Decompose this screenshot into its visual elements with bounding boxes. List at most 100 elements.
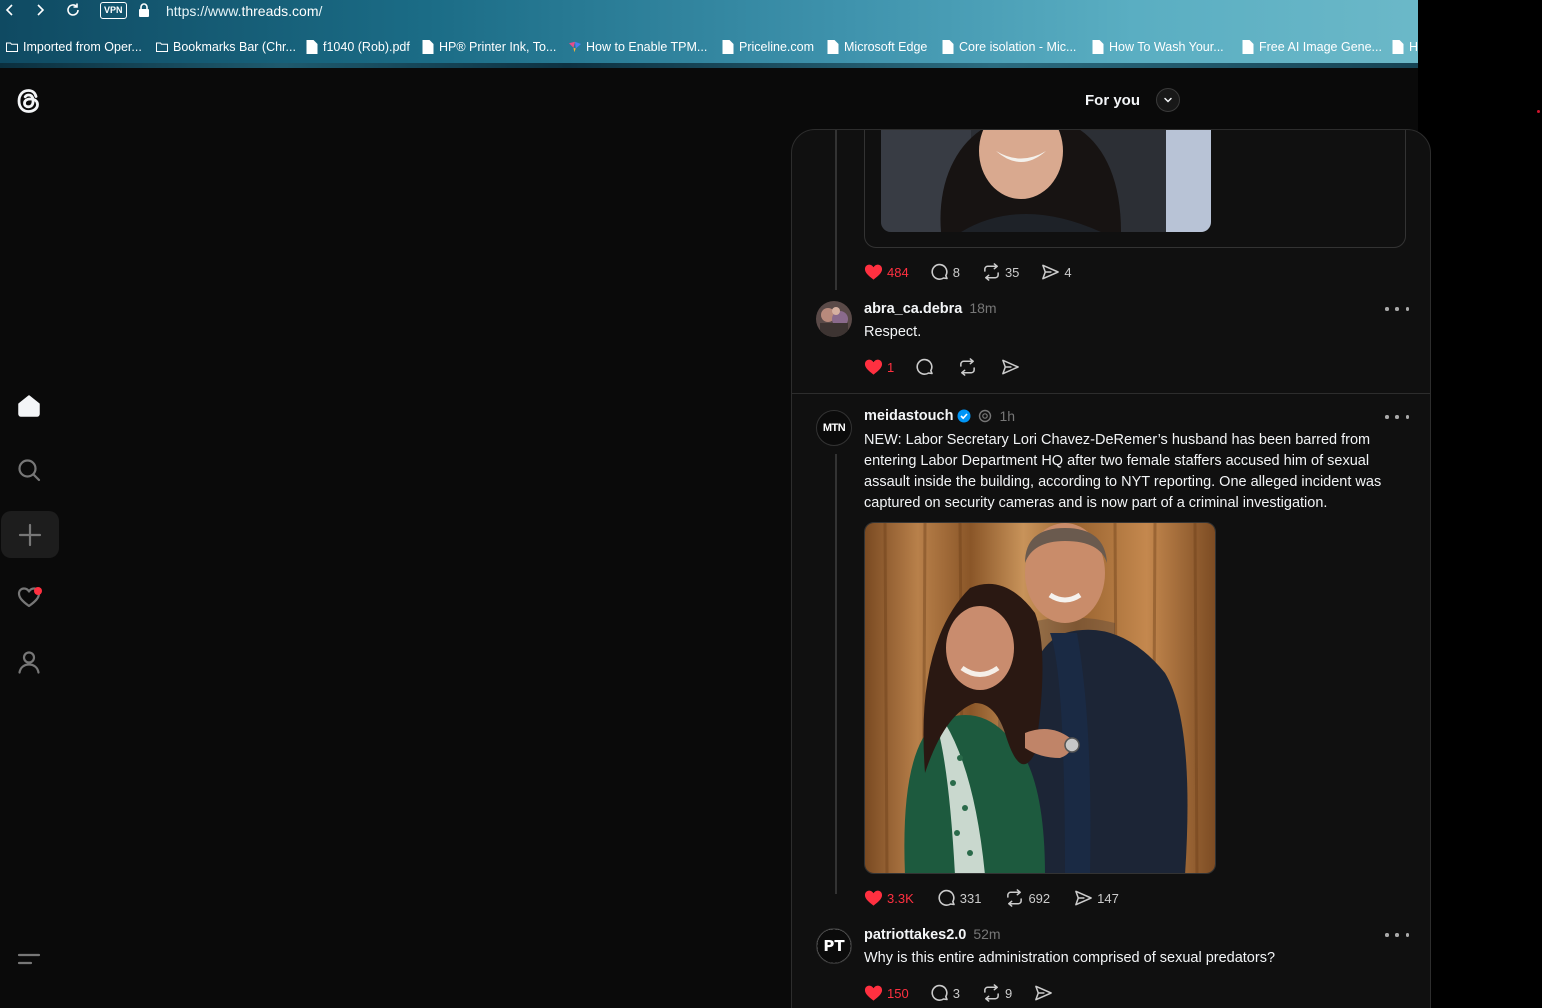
username[interactable]: abra_ca.debra (864, 301, 962, 317)
page-icon (306, 40, 318, 54)
red-dot-marker (1537, 110, 1540, 113)
lock-icon[interactable] (138, 3, 150, 22)
create-button[interactable] (1, 511, 59, 558)
quoted-post-image[interactable] (881, 130, 1211, 232)
chrome-divider (0, 63, 1418, 68)
profile-icon[interactable] (13, 646, 45, 678)
verified-badge-icon (957, 409, 971, 423)
back-icon[interactable] (0, 2, 20, 20)
page-icon (722, 40, 734, 54)
post-header: patriottakes2.0 52m (864, 926, 1001, 943)
reply-count: 8 (952, 264, 960, 280)
send-icon (1075, 890, 1093, 906)
post-actions: 3.3K 331 692 147 (864, 889, 1119, 907)
repost-icon (984, 263, 999, 281)
bookmark-item[interactable]: How to Enable TPM... (569, 40, 707, 54)
comment-icon (931, 984, 948, 1001)
address-bar[interactable]: https://www.threads.com/ (166, 3, 322, 19)
url-suffix: / (318, 3, 323, 19)
threads-logo-icon[interactable] (12, 84, 46, 118)
repost-icon (984, 984, 999, 1002)
timestamp[interactable]: 52m (973, 926, 1000, 942)
like-count: 150 (887, 985, 909, 1001)
page-icon (1392, 40, 1404, 54)
like-button[interactable]: 484 (864, 263, 909, 281)
bookmark-item[interactable]: Imported from Oper... (6, 40, 142, 54)
notification-dot (34, 587, 42, 595)
bookmark-item[interactable]: Priceline.com (722, 40, 814, 54)
avatar[interactable]: PT (816, 928, 852, 964)
avatar[interactable] (816, 301, 852, 337)
comment-icon (916, 358, 934, 375)
avatar-text: MTN (822, 422, 846, 434)
like-count: 1 (887, 359, 895, 375)
share-button[interactable]: 4 (1041, 263, 1072, 281)
menu-icon[interactable] (13, 943, 45, 975)
page-icon (422, 40, 434, 54)
folder-icon (156, 42, 168, 52)
browser-chrome: VPN https://www.threads.com/ Imported fr… (0, 0, 1418, 68)
threads-badge-icon (979, 409, 992, 423)
reply-button[interactable]: 331 (938, 889, 982, 907)
feed-column[interactable]: 484 8 35 4 abra_ca.debra 18m Respect. 1 … (791, 129, 1431, 1008)
like-button[interactable]: 150 (864, 984, 909, 1002)
avatar[interactable]: MTN (816, 410, 852, 446)
bookmark-item[interactable]: f1040 (Rob).pdf (306, 40, 410, 54)
reply-button[interactable]: 3 (931, 984, 960, 1002)
activity-icon[interactable] (13, 581, 45, 613)
repost-count: 9 (1004, 985, 1013, 1001)
like-button[interactable]: 1 (864, 358, 894, 376)
bookmark-label: Priceline.com (739, 40, 815, 54)
forward-icon[interactable] (30, 2, 50, 20)
send-icon (1035, 985, 1053, 1001)
like-button[interactable]: 3.3K (864, 889, 914, 907)
thread-line (835, 130, 837, 290)
more-options-button[interactable] (1385, 303, 1409, 315)
reply-button[interactable]: 8 (931, 263, 960, 281)
home-icon[interactable] (13, 390, 45, 422)
post-header: meidastouch 1h (864, 408, 1015, 424)
bookmark-item[interactable]: HP® Printer Ink, To... (422, 40, 556, 54)
timestamp[interactable]: 1h (999, 408, 1015, 424)
heart-filled-icon (864, 985, 883, 1001)
comment-icon (931, 263, 948, 280)
more-options-button[interactable] (1385, 929, 1409, 941)
share-button[interactable]: 147 (1074, 889, 1119, 907)
send-icon (1002, 359, 1020, 375)
bookmark-label: Bookmarks Bar (Chr... (173, 40, 296, 54)
repost-button[interactable]: 35 (982, 263, 1019, 281)
search-icon[interactable] (13, 454, 45, 486)
bookmark-item[interactable]: How To Wash Your... (1092, 40, 1224, 54)
repost-button[interactable]: 9 (982, 984, 1012, 1002)
post-actions: 1 (864, 358, 1020, 376)
username[interactable]: meidastouch (864, 408, 953, 424)
username[interactable]: patriottakes2.0 (864, 927, 966, 943)
feed-header: For you (1085, 88, 1180, 112)
vpn-badge[interactable]: VPN (100, 2, 127, 19)
repost-count: 692 (1028, 890, 1051, 906)
repost-button[interactable] (958, 358, 977, 376)
post-divider (792, 393, 1430, 394)
bookmark-item[interactable]: Microsoft Edge (827, 40, 927, 54)
bookmark-item[interactable]: Core isolation - Mic... (942, 40, 1076, 54)
reply-button[interactable] (916, 358, 934, 376)
bookmark-label: Free AI Image Gene... (1259, 40, 1382, 54)
bookmark-label: Core isolation - Mic... (959, 40, 1077, 54)
bookmark-item[interactable]: H (1392, 40, 1418, 54)
reply-count: 331 (959, 890, 982, 906)
timestamp[interactable]: 18m (969, 300, 996, 316)
post-text: NEW: Labor Secretary Lori Chavez-DeRemer… (864, 432, 1382, 511)
feed-title[interactable]: For you (1085, 92, 1140, 109)
more-options-button[interactable] (1385, 411, 1409, 423)
reload-icon[interactable] (63, 2, 83, 20)
repost-button[interactable]: 692 (1005, 889, 1050, 907)
quoted-post-card[interactable] (864, 130, 1406, 248)
bookmark-item[interactable]: Bookmarks Bar (Chr... (156, 40, 296, 54)
bookmark-item[interactable]: Free AI Image Gene... (1242, 40, 1382, 54)
chevron-down-icon (1164, 97, 1172, 103)
share-button[interactable] (1001, 358, 1020, 376)
post-image[interactable] (864, 522, 1216, 874)
feed-selector-button[interactable] (1156, 88, 1180, 112)
share-button[interactable] (1034, 984, 1053, 1002)
page-icon (1092, 40, 1104, 54)
